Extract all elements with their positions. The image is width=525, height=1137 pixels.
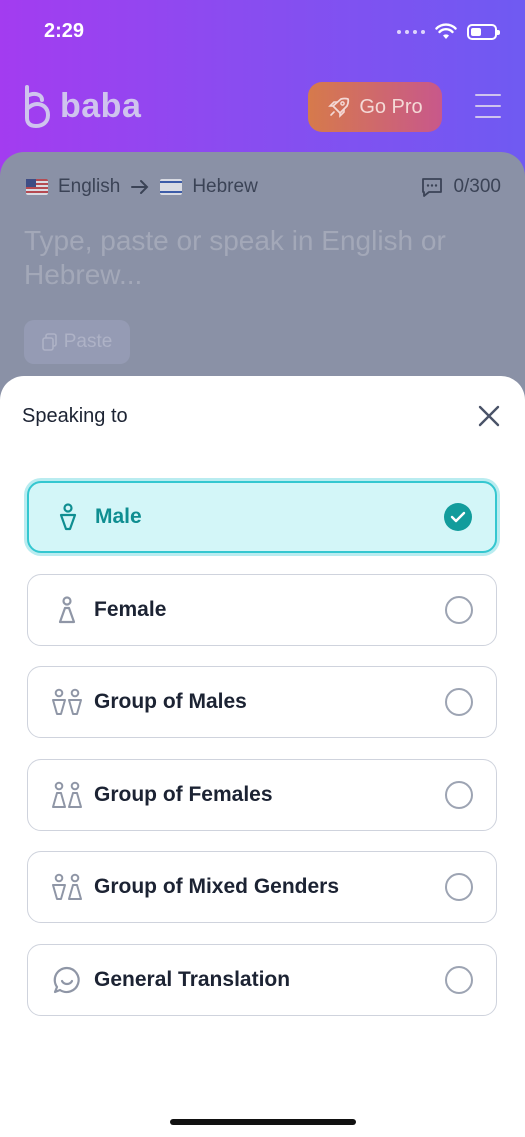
wifi-icon — [435, 23, 457, 39]
group-females-icon — [50, 779, 84, 811]
radio-unchecked[interactable] — [445, 596, 473, 624]
go-pro-button[interactable]: Go Pro — [308, 82, 442, 132]
home-indicator — [170, 1119, 356, 1125]
hamburger-menu-icon[interactable] — [475, 94, 501, 118]
logo-text: baba — [60, 86, 142, 125]
radio-unchecked[interactable] — [445, 873, 473, 901]
option-label: Male — [95, 505, 142, 528]
baba-logo: baba — [22, 84, 141, 128]
option-label: Female — [94, 598, 167, 621]
option-label: Group of Males — [94, 690, 247, 713]
option-female[interactable]: Female — [27, 574, 497, 646]
status-icons — [397, 20, 500, 44]
group-mixed-icon — [50, 871, 84, 903]
chat-bubble-icon — [50, 964, 84, 996]
source-language[interactable]: English — [58, 176, 120, 198]
female-icon — [50, 594, 84, 626]
option-group-of-males[interactable]: Group of Males — [27, 666, 497, 738]
language-selector[interactable]: English Hebrew — [26, 176, 258, 198]
male-icon — [51, 501, 85, 533]
go-pro-label: Go Pro — [359, 95, 423, 118]
clipboard-icon — [41, 333, 57, 351]
us-flag-icon — [26, 179, 48, 195]
option-group-of-females[interactable]: Group of Females — [27, 759, 497, 831]
paste-button[interactable]: Paste — [24, 320, 130, 364]
option-group-of-mixed-genders[interactable]: Group of Mixed Genders — [27, 851, 497, 923]
radio-unchecked[interactable] — [445, 688, 473, 716]
sheet-title: Speaking to — [22, 405, 128, 427]
status-bar: 2:29 — [0, 0, 525, 62]
option-label: General Translation — [94, 968, 291, 991]
option-general-translation[interactable]: General Translation — [27, 944, 497, 1016]
option-male[interactable]: Male — [27, 481, 497, 553]
paste-label: Paste — [63, 331, 113, 352]
group-males-icon — [50, 686, 84, 718]
character-counter: 0/300 — [421, 176, 501, 198]
checkmark-icon — [450, 511, 466, 523]
battery-icon — [467, 24, 500, 40]
close-icon[interactable] — [477, 404, 501, 428]
radio-unchecked[interactable] — [445, 781, 473, 809]
arrow-right-icon — [131, 180, 149, 194]
app-header: baba Go Pro — [0, 62, 525, 152]
input-placeholder[interactable]: Type, paste or speak in English or Hebre… — [24, 224, 494, 292]
message-icon — [422, 178, 443, 197]
israel-flag-icon — [160, 179, 183, 195]
option-label: Group of Mixed Genders — [94, 875, 340, 898]
status-time: 2:29 — [44, 20, 85, 42]
speaking-to-sheet: Speaking to Male Female Group of Males G… — [0, 376, 525, 1137]
target-language[interactable]: Hebrew — [192, 176, 257, 198]
rocket-icon — [328, 97, 350, 118]
radio-checked[interactable] — [444, 503, 472, 531]
baba-logo-icon — [25, 85, 51, 128]
char-count-text: 0/300 — [453, 176, 501, 197]
radio-unchecked[interactable] — [445, 966, 473, 994]
option-label: Group of Females — [94, 783, 273, 806]
signal-icon — [397, 30, 425, 34]
